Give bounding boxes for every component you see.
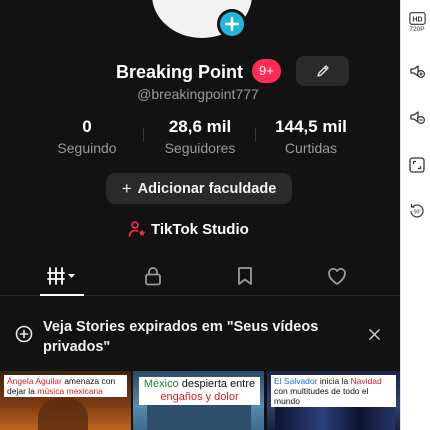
stat-label: Seguidores xyxy=(164,140,236,156)
tab-private[interactable] xyxy=(113,256,193,296)
profile-screen: Breaking Point 9+ @breakingpoint777 0 Se… xyxy=(0,0,400,430)
video-grid: Ángela Aguilar amenaza con dejar la músi… xyxy=(0,371,400,430)
thumbnail-caption: México despierta entre engaños y dolor xyxy=(139,377,260,405)
emulator-toolbar: HD 720P 90° xyxy=(400,0,430,430)
volume-down-icon xyxy=(410,111,426,125)
tab-saved[interactable] xyxy=(205,256,285,296)
caption-text: despierta entre xyxy=(178,378,256,390)
hd-text: HD xyxy=(412,16,422,23)
caption-highlight: música mexicana xyxy=(37,386,103,396)
bookmark-icon xyxy=(238,267,252,285)
stat-label: Seguindo xyxy=(57,140,117,156)
caption-highlight: Ángela Aguilar xyxy=(7,376,62,386)
thumbnail-image xyxy=(147,403,251,430)
stories-banner-text: Veja Stories expirados em "Seus vídeos p… xyxy=(43,319,319,355)
caption-text: inicia la xyxy=(317,376,351,386)
edit-profile-button[interactable] xyxy=(296,56,349,86)
pencil-icon xyxy=(316,65,329,77)
profile-name-row: Breaking Point 9+ xyxy=(0,56,400,88)
plus-icon: + xyxy=(121,178,132,198)
caption-highlight: México xyxy=(143,378,179,390)
thumbnail-caption: El Salvador inicia la Navidad con multit… xyxy=(271,375,396,407)
tiktok-studio-link[interactable]: TikTok Studio xyxy=(128,218,249,240)
thumbnail-image xyxy=(275,407,395,430)
close-banner-button[interactable] xyxy=(364,324,384,344)
thumbnail-image xyxy=(38,397,88,430)
rotate-button[interactable]: 90° xyxy=(406,202,428,220)
stat-likes[interactable]: 144,5 mil Curtidas xyxy=(261,117,361,156)
add-avatar-button[interactable] xyxy=(217,9,247,39)
volume-down-button[interactable] xyxy=(406,108,428,126)
plus-icon xyxy=(225,17,239,31)
stat-value: 28,6 mil xyxy=(168,117,232,136)
heart-icon xyxy=(328,267,346,285)
notification-badge[interactable]: 9+ xyxy=(252,59,281,83)
caption-highlight: Navidad xyxy=(350,376,382,386)
tab-videos[interactable] xyxy=(22,256,102,296)
video-thumbnail[interactable]: El Salvador inicia la Navidad con multit… xyxy=(267,371,400,430)
expired-stories-banner[interactable]: Veja Stories expirados em "Seus vídeos p… xyxy=(0,312,400,358)
stat-value: 144,5 mil xyxy=(275,117,347,136)
screenshot-button[interactable] xyxy=(406,156,428,174)
crop-screen-icon xyxy=(409,157,425,173)
stories-add-icon xyxy=(15,325,33,343)
video-thumbnail[interactable]: México despierta entre engaños y dolor xyxy=(133,371,264,430)
video-thumbnail[interactable]: Ángela Aguilar amenaza con dejar la músi… xyxy=(0,371,131,430)
caption-highlight: engaños y dolor xyxy=(160,391,239,403)
stat-value: 0 xyxy=(82,117,92,136)
add-college-label: Adicionar faculdade xyxy=(137,180,277,197)
stat-divider xyxy=(143,128,144,142)
close-icon xyxy=(368,328,380,340)
stat-label: Curtidas xyxy=(284,140,338,156)
stat-following[interactable]: 0 Seguindo xyxy=(37,117,137,156)
username: @breakingpoint777 xyxy=(137,86,259,102)
resolution-label: 720P xyxy=(409,26,425,33)
display-name: Breaking Point xyxy=(116,62,244,82)
studio-person-icon xyxy=(128,221,146,237)
stat-divider xyxy=(255,128,256,142)
studio-label: TikTok Studio xyxy=(151,220,249,238)
tab-liked[interactable] xyxy=(297,256,377,296)
lock-icon xyxy=(145,267,161,286)
hd-icon: HD xyxy=(408,12,426,25)
thumbnail-caption: Ángela Aguilar amenaza con dejar la músi… xyxy=(4,375,127,397)
caption-text: con multitudes de todo el mundo xyxy=(274,386,369,406)
add-college-button[interactable]: + Adicionar faculdade xyxy=(106,173,292,204)
volume-up-button[interactable] xyxy=(406,62,428,80)
profile-stats: 0 Seguindo 28,6 mil Seguidores 144,5 mil… xyxy=(0,117,400,157)
stat-followers[interactable]: 28,6 mil Seguidores xyxy=(150,117,250,156)
caption-highlight: El Salvador xyxy=(274,376,318,386)
rotate-icon: 90° xyxy=(410,204,424,218)
resolution-button[interactable]: HD 720P xyxy=(406,12,428,33)
profile-tabs xyxy=(0,256,400,296)
volume-up-icon xyxy=(410,65,426,79)
videos-grid-icon xyxy=(47,267,75,285)
svg-text:90°: 90° xyxy=(414,210,422,216)
selected-tab-indicator xyxy=(40,294,84,296)
